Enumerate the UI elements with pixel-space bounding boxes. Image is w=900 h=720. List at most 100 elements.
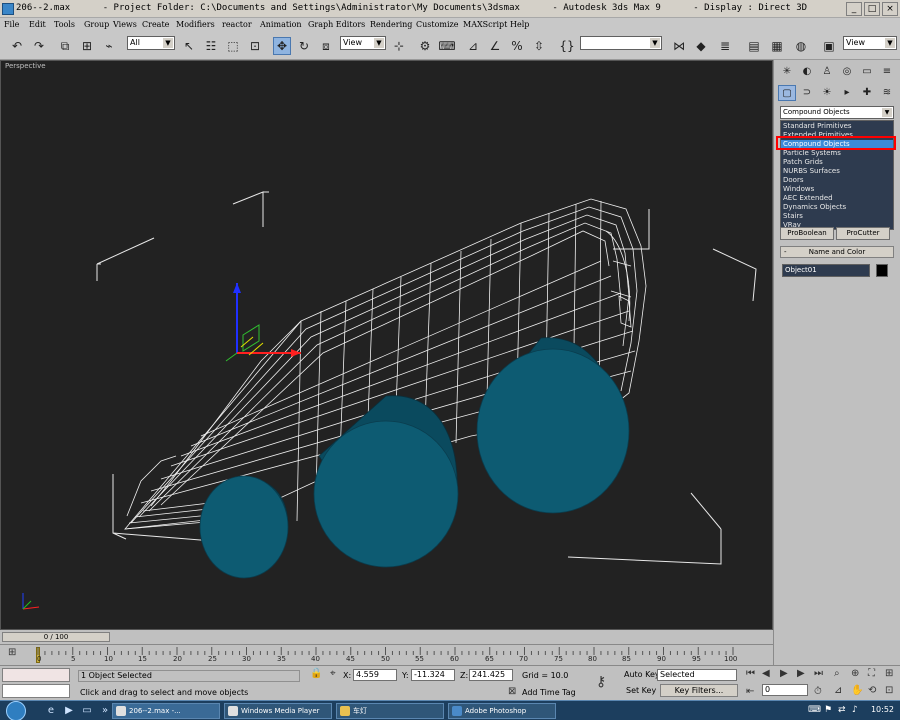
- taskbar-item-media-player[interactable]: Windows Media Player: [224, 703, 332, 719]
- object-category-dropdown[interactable]: Compound Objects ▼: [780, 106, 894, 119]
- add-time-tag-button[interactable]: Add Time Tag: [522, 688, 576, 697]
- maximize-viewport-icon[interactable]: ⊡: [885, 685, 893, 696]
- edit-named-selection-icon[interactable]: {}: [558, 37, 576, 55]
- taskbar-item-3dsmax[interactable]: 206--2.max -...: [112, 703, 220, 719]
- select-and-rotate-icon[interactable]: ↻: [295, 37, 313, 55]
- previous-frame-icon[interactable]: ◀: [762, 668, 770, 679]
- select-object-icon[interactable]: ↖: [180, 37, 198, 55]
- object-color-swatch[interactable]: [876, 264, 888, 277]
- proboolean-button[interactable]: ProBoolean: [780, 227, 834, 240]
- menu-maxscript[interactable]: MAXScript: [463, 20, 507, 29]
- menu-help[interactable]: Help: [510, 20, 529, 29]
- show-desktop-icon[interactable]: ▭: [80, 704, 94, 718]
- option-windows[interactable]: Windows: [783, 185, 814, 193]
- menu-rendering[interactable]: Rendering: [370, 20, 412, 29]
- render-view-dropdown[interactable]: View ▼: [843, 36, 897, 50]
- arc-rotate-icon[interactable]: ⟲: [868, 685, 876, 696]
- quick-launch-chevron-icon[interactable]: »: [98, 704, 112, 718]
- object-name-field[interactable]: Object01: [782, 264, 870, 277]
- z-coordinate-field[interactable]: 241.425: [469, 669, 513, 681]
- maxscript-listener-mini[interactable]: [2, 668, 70, 682]
- key-filters-button[interactable]: Key Filters...: [660, 684, 738, 697]
- option-particle-systems[interactable]: Particle Systems: [783, 149, 841, 157]
- time-tag-icon[interactable]: ⊠: [508, 686, 516, 697]
- y-coordinate-field[interactable]: -11.324: [411, 669, 455, 681]
- ie-icon[interactable]: e: [44, 704, 58, 718]
- modify-tab-icon[interactable]: ◐: [798, 64, 816, 80]
- key-icon[interactable]: ⚷: [596, 674, 606, 690]
- helpers-icon[interactable]: ✚: [858, 85, 876, 101]
- taskbar-item-folder[interactable]: 车灯: [336, 703, 444, 719]
- bind-space-warp-icon[interactable]: ⌁: [100, 37, 118, 55]
- perspective-viewport[interactable]: Perspective: [0, 60, 773, 630]
- motion-tab-icon[interactable]: ◎: [838, 64, 856, 80]
- go-to-end-icon[interactable]: ⏭: [814, 668, 823, 679]
- select-and-scale-icon[interactable]: ⧈: [317, 37, 335, 55]
- menu-tools[interactable]: Tools: [54, 20, 75, 29]
- lights-icon[interactable]: ☀: [818, 85, 836, 101]
- auto-key-button[interactable]: Auto Key: [624, 670, 660, 679]
- angle-snap-icon[interactable]: ∠: [486, 37, 504, 55]
- menu-create[interactable]: Create: [142, 20, 169, 29]
- zoom-icon[interactable]: ⌕: [834, 668, 840, 679]
- schematic-view-icon[interactable]: ▦: [768, 37, 786, 55]
- select-and-move-icon[interactable]: ✥: [273, 37, 291, 55]
- language-icon[interactable]: ⌨: [808, 705, 821, 715]
- menu-edit[interactable]: Edit: [29, 20, 46, 29]
- option-doors[interactable]: Doors: [783, 176, 803, 184]
- manipulate-icon[interactable]: ⚙: [416, 37, 434, 55]
- taskbar-item-photoshop[interactable]: Adobe Photoshop: [448, 703, 556, 719]
- lock-selection-icon[interactable]: 🔒: [310, 668, 322, 679]
- named-selection-sets-dropdown[interactable]: ▼: [580, 36, 662, 50]
- maximize-button[interactable]: □: [864, 2, 880, 16]
- undo-icon[interactable]: ↶: [8, 37, 26, 55]
- option-dynamics-objects[interactable]: Dynamics Objects: [783, 203, 846, 211]
- selection-filter-dropdown[interactable]: All ▼: [127, 36, 175, 50]
- menu-animation[interactable]: Animation: [260, 20, 302, 29]
- space-warps-icon[interactable]: ≋: [878, 85, 896, 101]
- keyboard-shortcut-override-icon[interactable]: ⌨: [438, 37, 456, 55]
- maxscript-input-mini[interactable]: [2, 684, 70, 698]
- network-icon[interactable]: ⇄: [838, 705, 846, 715]
- time-configuration-icon[interactable]: ⏱: [814, 686, 822, 697]
- window-crossing-icon[interactable]: ⊡: [246, 37, 264, 55]
- menu-file[interactable]: File: [4, 20, 19, 29]
- hierarchy-tab-icon[interactable]: ♙: [818, 64, 836, 80]
- menu-customize[interactable]: Customize: [416, 20, 459, 29]
- menu-graph-editors[interactable]: Graph Editors: [308, 20, 365, 29]
- align-icon[interactable]: ◆: [692, 37, 710, 55]
- pan-icon[interactable]: ✋: [851, 685, 863, 696]
- curve-editor-icon[interactable]: ▤: [745, 37, 763, 55]
- mirror-icon[interactable]: ⋈: [670, 37, 688, 55]
- select-by-name-icon[interactable]: ☷: [202, 37, 220, 55]
- reference-coordinate-dropdown[interactable]: View ▼: [340, 36, 386, 50]
- link-icon[interactable]: ⧉: [56, 37, 74, 55]
- percent-snap-icon[interactable]: %: [508, 37, 526, 55]
- option-patch-grids[interactable]: Patch Grids: [783, 158, 823, 166]
- geometry-icon[interactable]: ▢: [778, 85, 796, 101]
- layer-manager-icon[interactable]: ≣: [716, 37, 734, 55]
- name-and-color-rollout[interactable]: - Name and Color: [780, 246, 894, 258]
- set-key-button[interactable]: Set Key: [626, 686, 656, 695]
- next-frame-icon[interactable]: ▶: [797, 668, 805, 679]
- option-aec-extended[interactable]: AEC Extended: [783, 194, 833, 202]
- media-player-icon[interactable]: ▶: [62, 704, 76, 718]
- option-standard-primitives[interactable]: Standard Primitives: [783, 122, 852, 130]
- utilities-tab-icon[interactable]: ≡: [878, 64, 896, 80]
- shapes-icon[interactable]: ⊃: [798, 85, 816, 101]
- redo-icon[interactable]: ↷: [30, 37, 48, 55]
- display-tab-icon[interactable]: ▭: [858, 64, 876, 80]
- current-frame-field[interactable]: 0: [762, 684, 808, 696]
- absolute-mode-icon[interactable]: ⌖: [330, 668, 336, 679]
- time-slider[interactable]: 0 / 100: [2, 632, 110, 642]
- pivot-center-icon[interactable]: ⊹: [390, 37, 408, 55]
- render-scene-icon[interactable]: ▣: [820, 37, 838, 55]
- spinner-snap-icon[interactable]: ⇳: [530, 37, 548, 55]
- create-tab-icon[interactable]: ✳: [778, 64, 796, 80]
- option-stairs[interactable]: Stairs: [783, 212, 803, 220]
- zoom-extents-icon[interactable]: ⛶: [868, 668, 875, 679]
- cameras-icon[interactable]: ▸: [838, 85, 856, 101]
- go-to-start-icon[interactable]: ⏮: [746, 668, 755, 679]
- menu-group[interactable]: Group: [84, 20, 109, 29]
- field-of-view-icon[interactable]: ⊿: [834, 685, 842, 696]
